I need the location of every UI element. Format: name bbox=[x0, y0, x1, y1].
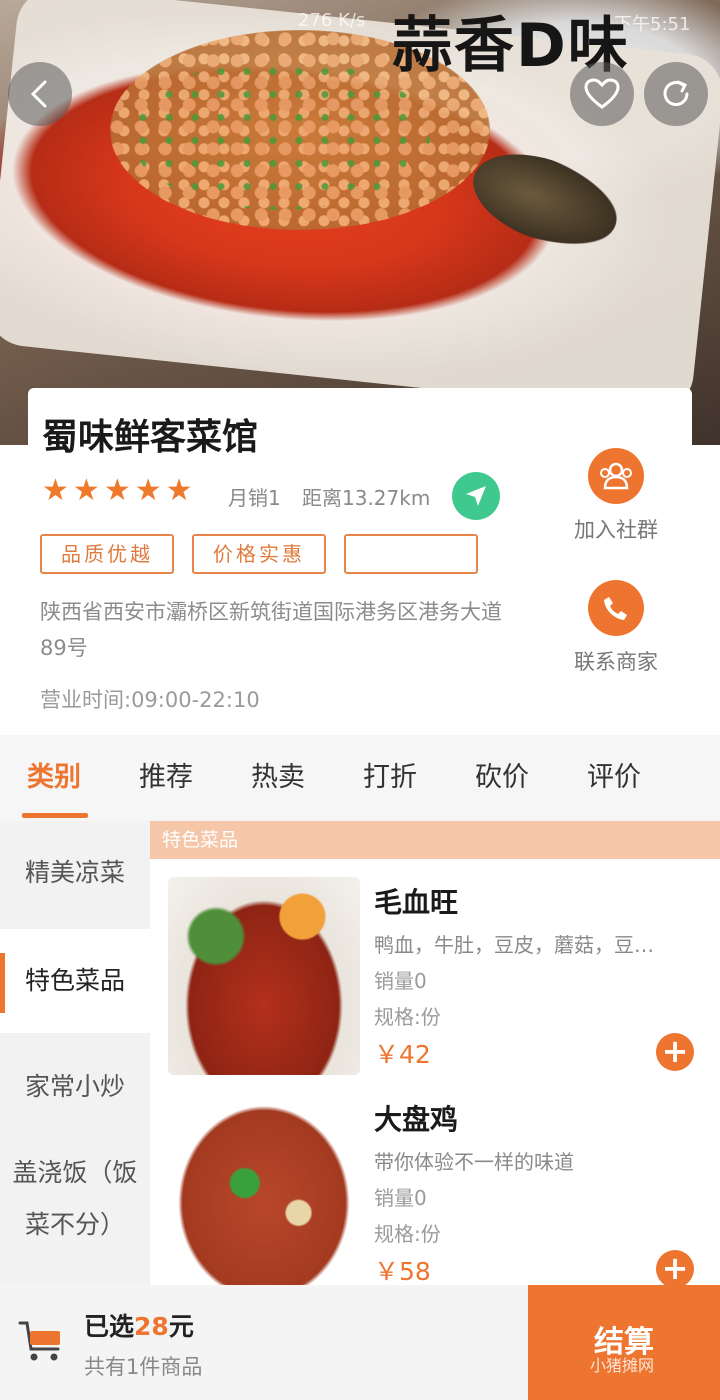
food-item[interactable]: 毛血旺 鸭血，牛肚，豆皮，蘑菇，豆… 销量0 规格:份 ￥42 + bbox=[150, 877, 720, 1087]
tag-price: 价格实惠 bbox=[192, 534, 326, 574]
cart-amount-value: 28 bbox=[134, 1312, 169, 1341]
cart-selected-prefix: 已选 bbox=[84, 1312, 135, 1341]
category-item-rice-bowl[interactable]: 盖浇饭（饭 菜不分） bbox=[0, 1153, 150, 1245]
tab-discount[interactable]: 打折 bbox=[340, 755, 440, 794]
category-sidebar: 精美凉菜 特色菜品 家常小炒 盖浇饭（饭 菜不分） bbox=[0, 821, 150, 1285]
group-icon bbox=[588, 448, 644, 504]
food-description: 带你体验不一样的味道 bbox=[374, 1150, 574, 1174]
food-description: 鸭血，牛肚，豆皮，蘑菇，豆… bbox=[374, 933, 654, 957]
checkout-button[interactable]: 结算 bbox=[528, 1285, 720, 1400]
section-header: 特色菜品 bbox=[150, 821, 720, 859]
add-to-cart-button[interactable]: + bbox=[656, 1250, 694, 1285]
share-button[interactable] bbox=[644, 62, 708, 126]
food-sales: 销量0 bbox=[374, 1186, 427, 1210]
watermark: 小猪摊网 bbox=[590, 1356, 655, 1375]
banner-food-herbs bbox=[130, 60, 430, 210]
contact-merchant-label: 联系商家 bbox=[574, 650, 658, 674]
category-item-label-line2: 菜不分） bbox=[24, 1210, 125, 1239]
active-tab-indicator bbox=[22, 813, 88, 818]
star-icon: ★ bbox=[165, 473, 193, 508]
heart-icon bbox=[584, 78, 620, 109]
phone-icon bbox=[588, 580, 644, 636]
back-arrow-icon bbox=[30, 80, 47, 108]
food-spec: 规格:份 bbox=[374, 1005, 441, 1029]
tab-reviews[interactable]: 评价 bbox=[564, 755, 664, 794]
food-sales: 销量0 bbox=[374, 969, 427, 993]
shop-name: 蜀味鲜客菜馆 bbox=[42, 417, 259, 458]
food-price: ￥58 bbox=[374, 1257, 431, 1285]
share-icon bbox=[663, 80, 689, 106]
food-list: 特色菜品 毛血旺 鸭血，牛肚，豆皮，蘑菇，豆… 销量0 规格:份 ￥42 + 大… bbox=[150, 821, 720, 1285]
navigate-button[interactable] bbox=[452, 472, 500, 520]
join-group-label: 加入社群 bbox=[574, 518, 658, 542]
star-icon: ★ bbox=[103, 473, 131, 508]
back-button[interactable] bbox=[8, 62, 72, 126]
rating-stars: ★ ★ ★ ★ ★ bbox=[42, 474, 193, 508]
active-category-indicator bbox=[0, 953, 5, 1013]
category-item-specialty[interactable]: 特色菜品 bbox=[0, 929, 150, 1033]
join-group-button[interactable]: 加入社群 bbox=[556, 448, 676, 544]
food-image-dapanji bbox=[168, 1094, 360, 1285]
add-to-cart-button[interactable]: + bbox=[656, 1033, 694, 1071]
star-icon: ★ bbox=[72, 473, 100, 508]
shop-info-card: 蜀味鲜客菜馆 ★ ★ ★ ★ ★ 月销1 距离13.27km 品质优越 价格实惠… bbox=[28, 388, 692, 733]
distance: 距离13.27km bbox=[302, 486, 431, 510]
favorite-button[interactable] bbox=[570, 62, 634, 126]
shop-address: 陕西省西安市灞桥区新筑街道国际港务区港务大道89号 bbox=[40, 600, 502, 660]
food-name: 大盘鸡 bbox=[374, 1103, 459, 1136]
food-name: 毛血旺 bbox=[374, 886, 459, 919]
menu-tabs: 类别 推荐 热卖 打折 砍价 评价 bbox=[0, 735, 720, 821]
star-icon: ★ bbox=[134, 473, 162, 508]
food-spec: 规格:份 bbox=[374, 1222, 441, 1246]
category-item-label-line1: 盖浇饭（饭 bbox=[12, 1158, 138, 1187]
star-icon: ★ bbox=[42, 473, 69, 508]
tab-recommend[interactable]: 推荐 bbox=[116, 755, 216, 794]
category-item-stir-fry[interactable]: 家常小炒 bbox=[0, 1067, 150, 1107]
location-arrow-icon bbox=[466, 486, 486, 506]
tab-bargain[interactable]: 砍价 bbox=[452, 755, 552, 794]
cart-summary[interactable]: 已选28元 共有1件商品 bbox=[0, 1285, 528, 1400]
category-item-cold-dishes[interactable]: 精美凉菜 bbox=[0, 853, 150, 893]
cart-selected-suffix: 元 bbox=[168, 1312, 194, 1341]
status-network-speed: 276 K/s bbox=[298, 10, 366, 31]
business-hours: 营业时间:09:00-22:10 bbox=[40, 688, 260, 712]
monthly-sales: 月销1 bbox=[228, 486, 281, 510]
food-price: ￥42 bbox=[374, 1040, 431, 1069]
tag-quality: 品质优越 bbox=[40, 534, 174, 574]
cart-icon bbox=[18, 1321, 60, 1361]
tab-hot-sale[interactable]: 热卖 bbox=[228, 755, 328, 794]
food-item[interactable]: 大盘鸡 带你体验不一样的味道 销量0 规格:份 ￥58 + bbox=[150, 1094, 720, 1285]
tab-category[interactable]: 类别 bbox=[4, 755, 104, 794]
contact-merchant-button[interactable]: 联系商家 bbox=[556, 580, 676, 676]
cart-bar: 已选28元 共有1件商品 结算 bbox=[0, 1285, 720, 1400]
category-item-label: 特色菜品 bbox=[24, 966, 125, 995]
food-image-maoxuewang bbox=[168, 877, 360, 1075]
cart-item-count: 共有1件商品 bbox=[84, 1355, 203, 1379]
tag-empty bbox=[344, 534, 478, 574]
cart-selected-amount: 已选28元 bbox=[84, 1307, 194, 1343]
